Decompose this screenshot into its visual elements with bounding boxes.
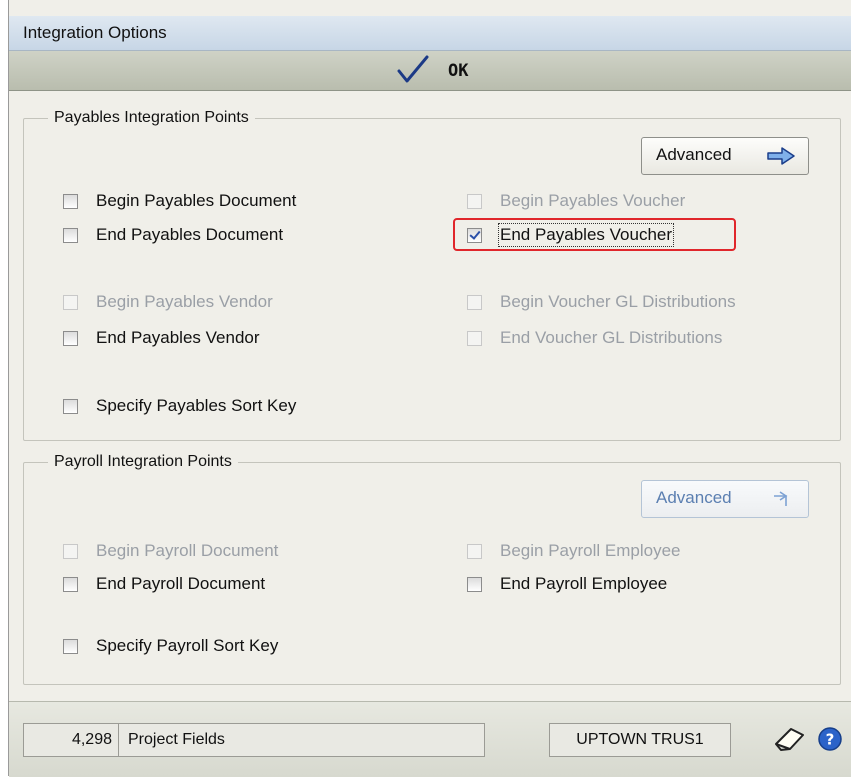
ok-button[interactable]: OK [392,55,502,87]
corner-arrow-icon [774,491,788,506]
options-panel: Payables Integration Points Advanced Beg… [9,91,851,701]
checkbox[interactable] [63,398,78,414]
checkbox [63,294,78,310]
option-label: End Payables Voucher [497,223,675,247]
ok-label: OK [448,61,469,81]
option-end-payroll-document[interactable]: End Payroll Document [63,572,265,596]
option-begin-payroll-document: Begin Payroll Document [63,539,278,563]
option-label: Specify Payables Sort Key [96,396,297,415]
option-end-payables-voucher[interactable]: End Payables Voucher [467,223,675,247]
record-label: Project Fields [128,731,225,748]
option-specify-payables-sort-key[interactable]: Specify Payables Sort Key [63,394,296,418]
checkbox[interactable] [63,576,78,592]
option-label: End Voucher GL Distributions [500,328,723,347]
checkbox[interactable] [63,638,78,654]
checkbox[interactable] [63,227,78,243]
option-label: Begin Voucher GL Distributions [500,292,736,311]
option-begin-payables-vendor: Begin Payables Vendor [63,290,273,314]
option-end-payables-vendor[interactable]: End Payables Vendor [63,326,260,350]
record-count-field: 4,298 Project Fields [23,723,485,757]
option-label: Begin Payables Vendor [96,292,273,311]
checkbox[interactable] [467,576,482,592]
payroll-advanced-label: Advanced [656,488,732,507]
checkbox [467,193,482,209]
toolbar: OK [9,51,851,91]
record-count: 4,298 [34,724,119,756]
title-bar: Integration Options [9,16,851,51]
option-begin-payables-document[interactable]: Begin Payables Document [63,189,296,213]
company-name: UPTOWN TRUS1 [576,731,704,748]
option-begin-payroll-employee: Begin Payroll Employee [467,539,680,563]
arrow-right-icon [767,147,795,165]
integration-options-window: Integration Options OK Payables Integrat… [8,0,851,777]
company-field: UPTOWN TRUS1 [549,723,731,757]
status-bar: 4,298 Project Fields UPTOWN TRUS1 ? [9,701,851,777]
checkbox [467,294,482,310]
option-end-voucher-gl-distributions: End Voucher GL Distributions [467,326,722,350]
option-label: Begin Payroll Document [96,541,279,560]
checkbox [467,543,482,559]
checkmark-icon [397,55,429,83]
payables-advanced-button[interactable]: Advanced [641,137,809,175]
payables-group-legend: Payables Integration Points [54,109,249,126]
option-label: Specify Payroll Sort Key [96,636,279,655]
option-label: End Payroll Document [96,574,266,593]
payroll-advanced-button: Advanced [641,480,809,518]
payroll-group-legend: Payroll Integration Points [54,453,232,470]
option-label: End Payroll Employee [500,574,668,593]
checkbox [467,330,482,346]
option-begin-voucher-gl-distributions: Begin Voucher GL Distributions [467,290,736,314]
help-icon[interactable]: ? [817,726,843,752]
checkbox[interactable] [63,330,78,346]
option-end-payroll-employee[interactable]: End Payroll Employee [467,572,667,596]
checkbox[interactable] [63,193,78,209]
option-label: Begin Payroll Employee [500,541,681,560]
payables-advanced-label: Advanced [656,145,732,164]
option-end-payables-document[interactable]: End Payables Document [63,223,283,247]
option-label: Begin Payables Document [96,191,297,210]
checkbox[interactable] [467,227,482,243]
window-title: Integration Options [23,23,167,42]
svg-text:?: ? [826,731,835,749]
option-label: End Payables Vendor [96,328,260,347]
note-icon[interactable] [773,726,807,752]
option-specify-payroll-sort-key[interactable]: Specify Payroll Sort Key [63,634,278,658]
checkbox [63,543,78,559]
option-label: End Payables Document [96,225,284,244]
option-label: Begin Payables Voucher [500,191,686,210]
option-begin-payables-voucher: Begin Payables Voucher [467,189,685,213]
